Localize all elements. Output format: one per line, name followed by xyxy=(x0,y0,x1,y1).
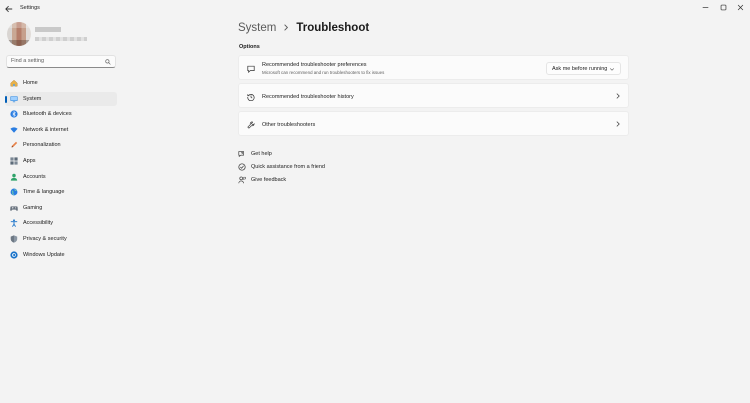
sidebar-item-windows-update[interactable]: Windows Update xyxy=(5,248,117,262)
preferences-dropdown[interactable]: Ask me before running xyxy=(546,62,621,75)
sidebar-item-personalization[interactable]: Personalization xyxy=(5,138,117,152)
preferences-title: Recommended troubleshooter preferences xyxy=(262,62,367,68)
app-title: Settings xyxy=(20,5,40,11)
sidebar-item-apps[interactable]: Apps xyxy=(5,154,117,168)
page-title: Troubleshoot xyxy=(296,22,370,34)
feedback-icon xyxy=(238,176,246,184)
give-feedback-link[interactable]: Give feedback xyxy=(238,176,286,184)
close-button[interactable] xyxy=(733,2,747,12)
accessibility-icon xyxy=(10,219,18,228)
home-icon xyxy=(10,79,18,87)
back-arrow-icon xyxy=(5,5,13,13)
system-icon xyxy=(10,95,18,103)
sidebar-item-label: Gaming xyxy=(23,204,43,211)
sidebar-item-accessibility[interactable]: Accessibility xyxy=(5,216,117,230)
sidebar-item-label: Accounts xyxy=(23,173,46,180)
search-input[interactable] xyxy=(11,58,101,64)
chevron-right-icon xyxy=(615,93,621,99)
chevron-right-icon xyxy=(283,23,289,33)
quick-assist-label: Quick assistance from a friend xyxy=(251,164,325,170)
breadcrumb: System Troubleshoot xyxy=(238,22,369,34)
sidebar-item-label: Network & internet xyxy=(23,126,69,133)
avatar[interactable] xyxy=(7,22,31,46)
sidebar-item-label: Accessibility xyxy=(23,220,53,227)
title-bar: Settings xyxy=(0,0,750,18)
get-help-link[interactable]: Get help xyxy=(238,150,272,158)
quick-assist-link[interactable]: Quick assistance from a friend xyxy=(238,163,325,171)
back-button[interactable] xyxy=(3,3,15,15)
options-heading: Options xyxy=(239,44,260,50)
sidebar-item-system[interactable]: System xyxy=(5,91,117,106)
chat-bubble-icon xyxy=(246,64,255,73)
history-title: Recommended troubleshooter history xyxy=(262,94,354,100)
sidebar-item-bluetooth[interactable]: Bluetooth & devices xyxy=(5,107,117,121)
pen-icon xyxy=(10,141,18,149)
sidebar-item-gaming[interactable]: Gaming xyxy=(5,201,117,215)
maximize-button[interactable] xyxy=(716,2,730,12)
chevron-down-icon xyxy=(609,68,615,71)
wrench-icon xyxy=(246,120,255,129)
sidebar-item-network[interactable]: Network & internet xyxy=(5,123,117,137)
update-icon xyxy=(10,250,18,259)
get-help-label: Get help xyxy=(251,151,272,157)
other-troubleshooters-card[interactable]: Other troubleshooters xyxy=(238,111,629,136)
search-box[interactable] xyxy=(6,55,116,68)
bluetooth-icon xyxy=(10,110,18,118)
sidebar-nav: Home System Bluetooth & devices Network … xyxy=(5,76,117,263)
account-name-redacted xyxy=(35,27,61,32)
sidebar-item-label: System xyxy=(23,95,42,102)
sidebar-item-time-language[interactable]: Time & language xyxy=(5,185,117,199)
quick-assist-icon xyxy=(238,163,246,171)
shield-icon xyxy=(10,235,18,243)
minimize-button[interactable] xyxy=(698,2,712,12)
sidebar-item-home[interactable]: Home xyxy=(5,76,117,90)
sidebar-item-label: Windows Update xyxy=(23,251,65,258)
search-icon[interactable] xyxy=(105,59,111,65)
other-troubleshooters-title: Other troubleshooters xyxy=(262,122,316,128)
close-icon xyxy=(737,4,743,10)
sidebar-item-accounts[interactable]: Accounts xyxy=(5,170,117,184)
sidebar-item-label: Home xyxy=(23,80,38,86)
breadcrumb-parent[interactable]: System xyxy=(238,22,276,34)
preferences-subtitle: Microsoft can recommend and run troubles… xyxy=(262,70,385,75)
sidebar-item-label: Apps xyxy=(23,157,36,164)
troubleshooter-history-card[interactable]: Recommended troubleshooter history xyxy=(238,83,629,108)
accounts-icon xyxy=(10,173,18,181)
sidebar-item-label: Bluetooth & devices xyxy=(23,111,72,118)
sidebar-item-label: Time & language xyxy=(23,189,65,196)
wifi-icon xyxy=(10,126,18,134)
account-email-redacted xyxy=(35,37,87,41)
give-feedback-label: Give feedback xyxy=(251,177,287,183)
globe-icon xyxy=(10,188,18,196)
history-icon xyxy=(246,92,255,101)
maximize-icon xyxy=(720,4,726,10)
troubleshooter-preferences-card: Recommended troubleshooter preferences M… xyxy=(238,55,629,80)
sidebar-item-label: Personalization xyxy=(23,142,61,149)
apps-icon xyxy=(10,157,18,165)
sidebar-item-privacy[interactable]: Privacy & security xyxy=(5,232,117,246)
help-icon xyxy=(238,150,246,158)
chevron-right-icon xyxy=(615,121,621,127)
gamepad-icon xyxy=(10,204,18,212)
sidebar-item-label: Privacy & security xyxy=(23,235,67,242)
dropdown-selected-value: Ask me before running xyxy=(552,65,608,72)
minimize-icon xyxy=(702,6,708,8)
